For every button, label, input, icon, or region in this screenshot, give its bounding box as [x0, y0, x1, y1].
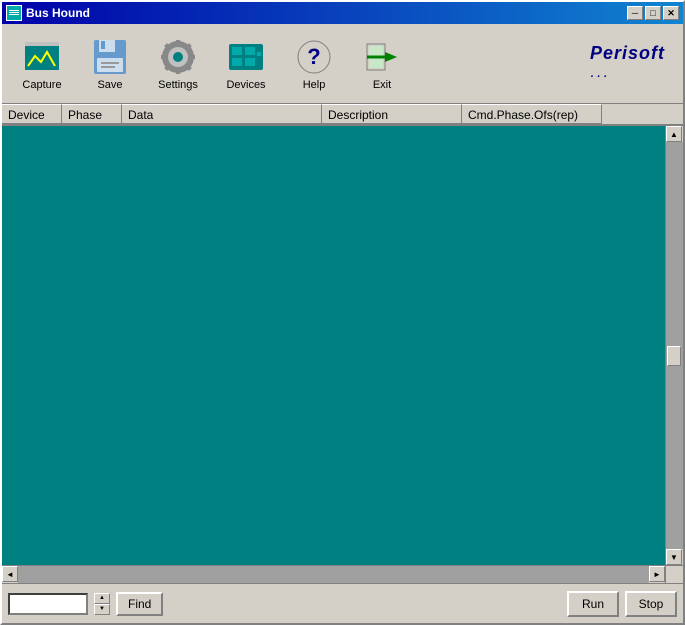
toolbar: Capture Save — [2, 24, 683, 104]
title-buttons: ─ □ ✕ — [627, 6, 679, 20]
exit-button[interactable]: Exit — [350, 29, 414, 99]
spinner-down[interactable]: ▼ — [94, 604, 110, 615]
save-button[interactable]: Save — [78, 29, 142, 99]
find-input[interactable] — [8, 593, 88, 615]
col-header-device[interactable]: Device — [2, 104, 62, 124]
maximize-button[interactable]: □ — [645, 6, 661, 20]
horizontal-scrollbar[interactable]: ◄ ► — [2, 565, 683, 583]
save-icon — [90, 37, 130, 77]
col-header-data[interactable]: Data — [122, 104, 322, 124]
data-display-area — [2, 126, 665, 565]
find-button[interactable]: Find — [116, 592, 163, 616]
find-spinner: ▲ ▼ — [94, 593, 110, 615]
close-button[interactable]: ✕ — [663, 6, 679, 20]
title-bar: Bus Hound ─ □ ✕ — [2, 2, 683, 24]
minimize-button[interactable]: ─ — [627, 6, 643, 20]
save-label: Save — [97, 79, 122, 91]
h-scroll-track[interactable] — [18, 566, 649, 583]
scroll-up-button[interactable]: ▲ — [666, 126, 682, 142]
scroll-thumb[interactable] — [667, 346, 681, 366]
vertical-scrollbar[interactable]: ▲ ▼ — [665, 126, 683, 565]
devices-icon — [226, 37, 266, 77]
capture-label: Capture — [22, 79, 61, 91]
capture-icon — [22, 37, 62, 77]
scrollbar-corner — [665, 566, 683, 583]
window-icon — [6, 5, 22, 21]
brand-name: Perisoft — [590, 43, 665, 63]
col-header-cmd[interactable]: Cmd.Phase.Ofs(rep) — [462, 104, 602, 124]
settings-button[interactable]: Settings — [146, 29, 210, 99]
help-button[interactable]: ? Help — [282, 29, 346, 99]
main-window: Bus Hound ─ □ ✕ Capture — [0, 0, 685, 625]
window-title: Bus Hound — [26, 6, 90, 20]
brand-suffix: ··· — [590, 71, 610, 83]
settings-label: Settings — [158, 79, 198, 91]
bottom-bar: ▲ ▼ Find Run Stop — [2, 583, 683, 623]
scroll-right-button[interactable]: ► — [649, 566, 665, 582]
svg-text:?: ? — [307, 44, 320, 69]
run-button[interactable]: Run — [567, 591, 619, 617]
scroll-track[interactable] — [666, 142, 683, 549]
devices-label: Devices — [226, 79, 265, 91]
col-header-phase[interactable]: Phase — [62, 104, 122, 124]
col-header-description[interactable]: Description — [322, 104, 462, 124]
perisoft-logo: Perisoft ··· — [590, 43, 675, 85]
help-label: Help — [303, 79, 326, 91]
settings-icon — [158, 37, 198, 77]
scroll-down-button[interactable]: ▼ — [666, 549, 682, 565]
scroll-left-button[interactable]: ◄ — [2, 566, 18, 582]
column-headers: Device Phase Data Description Cmd.Phase.… — [2, 104, 683, 126]
col-header-scrollbar-filler — [602, 104, 620, 124]
devices-button[interactable]: Devices — [214, 29, 278, 99]
exit-label: Exit — [373, 79, 391, 91]
help-icon: ? — [294, 37, 334, 77]
title-bar-left: Bus Hound — [6, 5, 90, 21]
main-area: ▲ ▼ — [2, 126, 683, 565]
spinner-up[interactable]: ▲ — [94, 593, 110, 604]
capture-button[interactable]: Capture — [10, 29, 74, 99]
stop-button[interactable]: Stop — [625, 591, 677, 617]
exit-icon — [362, 37, 402, 77]
